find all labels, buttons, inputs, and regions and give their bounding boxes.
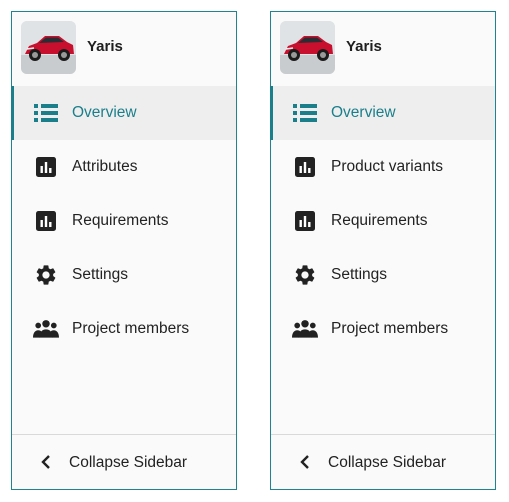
sidebar-item-settings[interactable]: Settings — [271, 248, 495, 302]
sidebar-left: Yaris Overview Attributes Requirements S… — [10, 11, 237, 490]
gear-icon — [292, 262, 318, 288]
bar-chart-icon — [292, 154, 318, 180]
sidebar-item-project-members[interactable]: Project members — [271, 302, 495, 356]
collapse-sidebar-label: Collapse Sidebar — [69, 454, 188, 471]
sidebar-item-label: Requirements — [331, 212, 428, 229]
sidebar-item-label: Settings — [72, 266, 129, 283]
sidebar-item-product-variants[interactable]: Product variants — [271, 140, 495, 194]
sidebar-item-project-members[interactable]: Project members — [12, 302, 236, 356]
sidebar-item-overview[interactable]: Overview — [10, 86, 236, 140]
sidebar-item-label: Product variants — [331, 158, 443, 175]
sidebar-item-label: Overview — [72, 104, 137, 121]
bar-chart-icon — [33, 208, 59, 234]
sidebar-item-label: Project members — [331, 320, 449, 337]
bar-chart-icon — [33, 154, 59, 180]
sidebar-header: Yaris — [12, 12, 236, 86]
product-thumbnail[interactable] — [280, 21, 335, 74]
list-icon — [33, 100, 59, 126]
bar-chart-icon — [292, 208, 318, 234]
chevron-left-icon — [38, 453, 54, 471]
sidebar-nav: Overview Product variants Requirements S… — [269, 86, 495, 356]
gear-icon — [33, 262, 59, 288]
sidebar-header: Yaris — [271, 12, 495, 86]
people-icon — [33, 316, 59, 342]
sidebar-item-label: Attributes — [72, 158, 138, 175]
list-icon — [292, 100, 318, 126]
sidebar-item-label: Settings — [331, 266, 388, 283]
sidebar-item-requirements[interactable]: Requirements — [12, 194, 236, 248]
sidebar-item-overview[interactable]: Overview — [269, 86, 495, 140]
sidebar-item-settings[interactable]: Settings — [12, 248, 236, 302]
sidebar-nav: Overview Attributes Requirements Setting… — [10, 86, 236, 356]
sidebar-item-requirements[interactable]: Requirements — [271, 194, 495, 248]
chevron-left-icon — [297, 453, 313, 471]
product-name: Yaris — [346, 38, 382, 55]
sidebar-item-label: Project members — [72, 320, 190, 337]
collapse-sidebar-label: Collapse Sidebar — [328, 454, 447, 471]
sidebar-right: Yaris Overview Product variants Requirem… — [269, 11, 496, 490]
sidebar-item-attributes[interactable]: Attributes — [12, 140, 236, 194]
sidebar-item-label: Overview — [331, 104, 396, 121]
sidebar-item-label: Requirements — [72, 212, 169, 229]
collapse-sidebar-button[interactable]: Collapse Sidebar — [271, 434, 495, 489]
product-thumbnail[interactable] — [21, 21, 76, 74]
collapse-sidebar-button[interactable]: Collapse Sidebar — [12, 434, 236, 489]
product-name: Yaris — [87, 38, 123, 55]
people-icon — [292, 316, 318, 342]
